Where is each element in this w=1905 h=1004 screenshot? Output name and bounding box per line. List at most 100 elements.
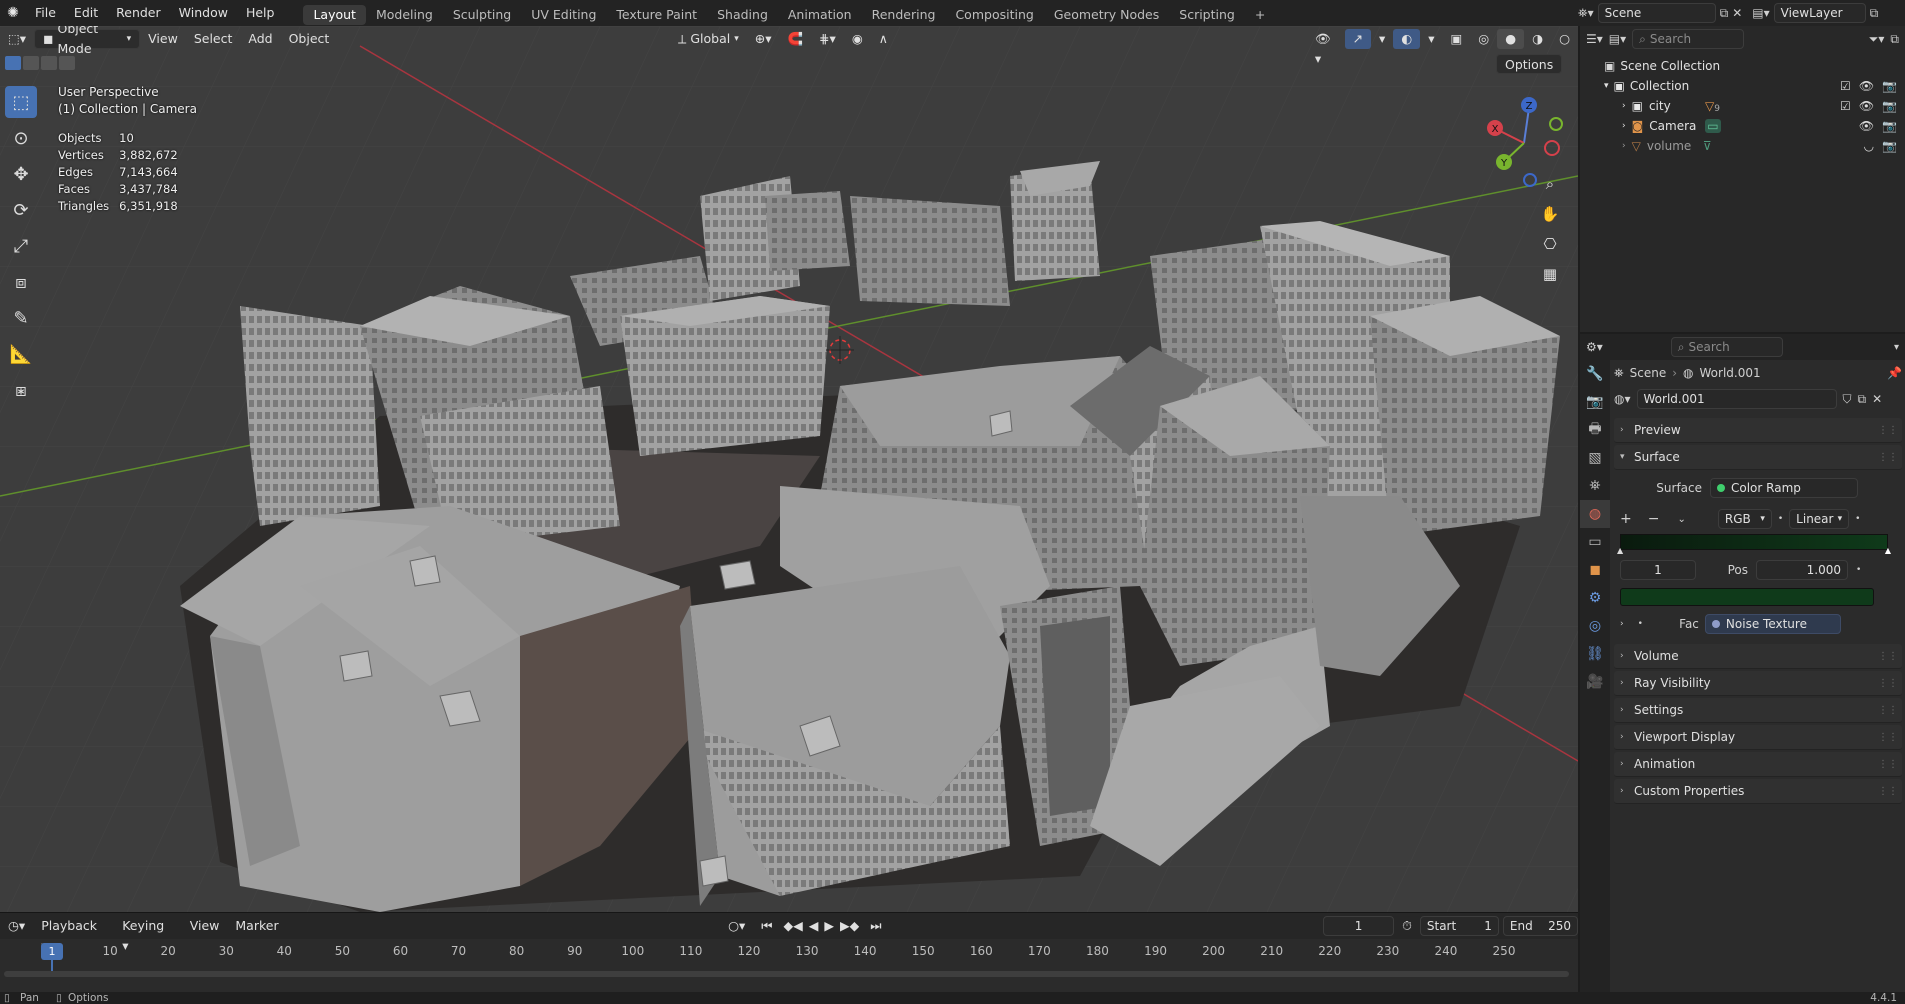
scene-icon[interactable]: ⛯▾: [1578, 6, 1594, 21]
render-camera-icon[interactable]: 📷: [1882, 139, 1897, 153]
view-layer-icon[interactable]: ▤▾: [1752, 6, 1769, 20]
panel-viewport-display[interactable]: › Viewport Display ⋮⋮: [1614, 725, 1902, 750]
tab-modeling[interactable]: Modeling: [366, 5, 443, 25]
menu-help[interactable]: Help: [237, 0, 284, 26]
new-collection-icon[interactable]: ⧉: [1890, 32, 1899, 47]
snap-icon[interactable]: 🧲: [779, 29, 811, 49]
timeline-editor-type-icon[interactable]: ◷▾: [0, 916, 33, 936]
new-scene-icon[interactable]: ⧉: [1720, 6, 1729, 21]
gizmo-dropdown-icon[interactable]: ▾: [1371, 29, 1393, 49]
select-subtract-icon[interactable]: [41, 56, 57, 70]
snap-target-icon[interactable]: ⋕▾: [811, 29, 844, 49]
exclude-checkbox-icon[interactable]: ☑: [1840, 79, 1851, 93]
menu-select[interactable]: Select: [186, 29, 241, 49]
animate-dot-icon[interactable]: •: [1855, 514, 1860, 524]
properties-search-input[interactable]: ⌕ Search: [1670, 337, 1783, 357]
overlay-dropdown-icon[interactable]: ▾: [1420, 29, 1442, 49]
expand-chevron-icon[interactable]: ›: [1620, 619, 1624, 629]
outliner-editor-type-icon[interactable]: ☰▾: [1586, 32, 1603, 46]
falloff-icon[interactable]: ∧: [871, 29, 896, 49]
tab-data-icon[interactable]: 🎥: [1580, 668, 1610, 696]
orthographic-toggle-icon[interactable]: ▦: [1536, 260, 1564, 288]
options-chevron-icon[interactable]: ▾: [1894, 342, 1899, 353]
panel-grip-icon[interactable]: ⋮⋮: [1878, 705, 1898, 716]
options-button[interactable]: Options: [1496, 54, 1563, 74]
tab-compositing[interactable]: Compositing: [945, 5, 1043, 25]
tab-shading[interactable]: Shading: [707, 5, 778, 25]
ramp-menu-chevron-icon[interactable]: ⌄: [1677, 514, 1685, 525]
tab-geometry-nodes[interactable]: Geometry Nodes: [1044, 5, 1169, 25]
menu-view[interactable]: View: [140, 29, 186, 49]
jump-keyframe-forward-icon[interactable]: ▶◆: [837, 916, 862, 936]
collection-row[interactable]: ▾ ▣ Collection ☑ 👁 📷: [1580, 76, 1905, 96]
proportional-editing-icon[interactable]: ◉: [844, 29, 871, 49]
color-ramp-bar[interactable]: ▲ ▲: [1617, 534, 1891, 555]
overlay-toggle-icon[interactable]: ◐: [1393, 29, 1421, 49]
menu-window[interactable]: Window: [170, 0, 237, 26]
menu-file[interactable]: File: [26, 0, 65, 26]
add-cube-tool-icon[interactable]: ⧆: [5, 374, 37, 406]
start-frame-field[interactable]: Start 1: [1419, 916, 1499, 936]
visibility-eye-icon[interactable]: 👁: [1859, 119, 1874, 133]
panel-grip-icon[interactable]: ⋮⋮: [1878, 732, 1898, 743]
material-shading-icon[interactable]: ◑: [1524, 29, 1551, 49]
menu-edit[interactable]: Edit: [65, 0, 107, 26]
breadcrumb-world[interactable]: World.001: [1700, 366, 1761, 380]
panel-custom-properties[interactable]: › Custom Properties ⋮⋮: [1614, 779, 1902, 804]
ramp-stop-right[interactable]: ▲: [1885, 546, 1891, 555]
panel-ray-visibility[interactable]: › Ray Visibility ⋮⋮: [1614, 671, 1902, 696]
tab-scene-icon[interactable]: ⛯: [1580, 472, 1610, 500]
surface-shader-field[interactable]: Color Ramp: [1710, 478, 1858, 498]
preview-range-icon[interactable]: ⏱: [1394, 916, 1420, 936]
remove-stop-icon[interactable]: −: [1648, 511, 1660, 527]
ramp-stop-left[interactable]: ▲: [1617, 546, 1623, 555]
tab-layout[interactable]: Layout: [303, 4, 366, 25]
tab-world-icon[interactable]: ◍: [1580, 500, 1610, 528]
outliner-item-city[interactable]: › ▣ city ▽ 9 ☑ 👁 📷: [1580, 96, 1905, 116]
duplicate-world-icon[interactable]: ⧉: [1858, 392, 1867, 407]
pan-hand-icon[interactable]: ✋: [1536, 200, 1564, 228]
camera-view-icon[interactable]: ⎔: [1536, 230, 1564, 258]
blender-logo-icon[interactable]: ✺: [0, 5, 26, 21]
panel-grip-icon[interactable]: ⋮⋮: [1878, 759, 1898, 770]
tab-output-icon[interactable]: 🖶: [1580, 416, 1610, 444]
pivot-point-icon[interactable]: ⊕▾: [747, 29, 780, 49]
pos-field[interactable]: 1.000: [1756, 560, 1848, 580]
new-view-layer-icon[interactable]: ⧉: [1870, 6, 1879, 21]
select-extend-icon[interactable]: [23, 56, 39, 70]
jump-start-icon[interactable]: ⏮: [753, 916, 780, 936]
menu-add[interactable]: Add: [240, 29, 280, 49]
panel-preview[interactable]: › Preview ⋮⋮: [1614, 418, 1902, 443]
annotate-tool-icon[interactable]: ✎: [5, 302, 37, 334]
playhead[interactable]: 1: [41, 943, 63, 960]
tab-physics-icon[interactable]: ◎: [1580, 612, 1610, 640]
tab-constraints-icon[interactable]: ⛓: [1580, 640, 1610, 668]
select-box-tool-icon[interactable]: ⬚: [5, 86, 37, 118]
panel-grip-icon[interactable]: ⋮⋮: [1878, 452, 1898, 463]
select-invert-icon[interactable]: [59, 56, 75, 70]
animate-dot-icon[interactable]: •: [1856, 565, 1861, 575]
properties-editor-type-icon[interactable]: ⚙▾: [1586, 340, 1603, 354]
gizmo-toggle-icon[interactable]: ↗: [1344, 29, 1371, 49]
visibility-eye-icon[interactable]: 👁: [1859, 99, 1874, 113]
delete-scene-icon[interactable]: ✕: [1732, 6, 1742, 20]
tab-render-icon[interactable]: 📷: [1580, 388, 1610, 416]
outliner-item-camera[interactable]: › ◙ Camera ▭ 👁 📷: [1580, 116, 1905, 136]
add-workspace-button[interactable]: +: [1245, 5, 1275, 25]
view-layer-selector[interactable]: ViewLayer: [1773, 3, 1866, 23]
outliner-item-volume[interactable]: › ▽ volume ⊽ ◡ 📷: [1580, 136, 1905, 156]
visibility-hidden-icon[interactable]: ◡: [1864, 139, 1874, 153]
tab-tool-icon[interactable]: 🔧: [1580, 360, 1610, 388]
rotate-tool-icon[interactable]: ⟳: [5, 194, 37, 226]
play-icon[interactable]: ▶: [821, 916, 837, 936]
panel-grip-icon[interactable]: ⋮⋮: [1878, 678, 1898, 689]
color-mode-dropdown[interactable]: RGB ▾: [1717, 509, 1772, 529]
breadcrumb-scene[interactable]: Scene: [1630, 366, 1667, 380]
pin-icon[interactable]: 📌: [1887, 366, 1902, 380]
transform-orientation-dropdown[interactable]: ⟂ Global ▾: [670, 29, 747, 49]
expand-chevron-icon[interactable]: ›: [1622, 141, 1626, 151]
panel-grip-icon[interactable]: ⋮⋮: [1878, 651, 1898, 662]
tab-uv-editing[interactable]: UV Editing: [521, 5, 606, 25]
object-mode-dropdown[interactable]: ◼ Object Mode ▾: [34, 26, 141, 56]
move-tool-icon[interactable]: ✥: [5, 158, 37, 190]
